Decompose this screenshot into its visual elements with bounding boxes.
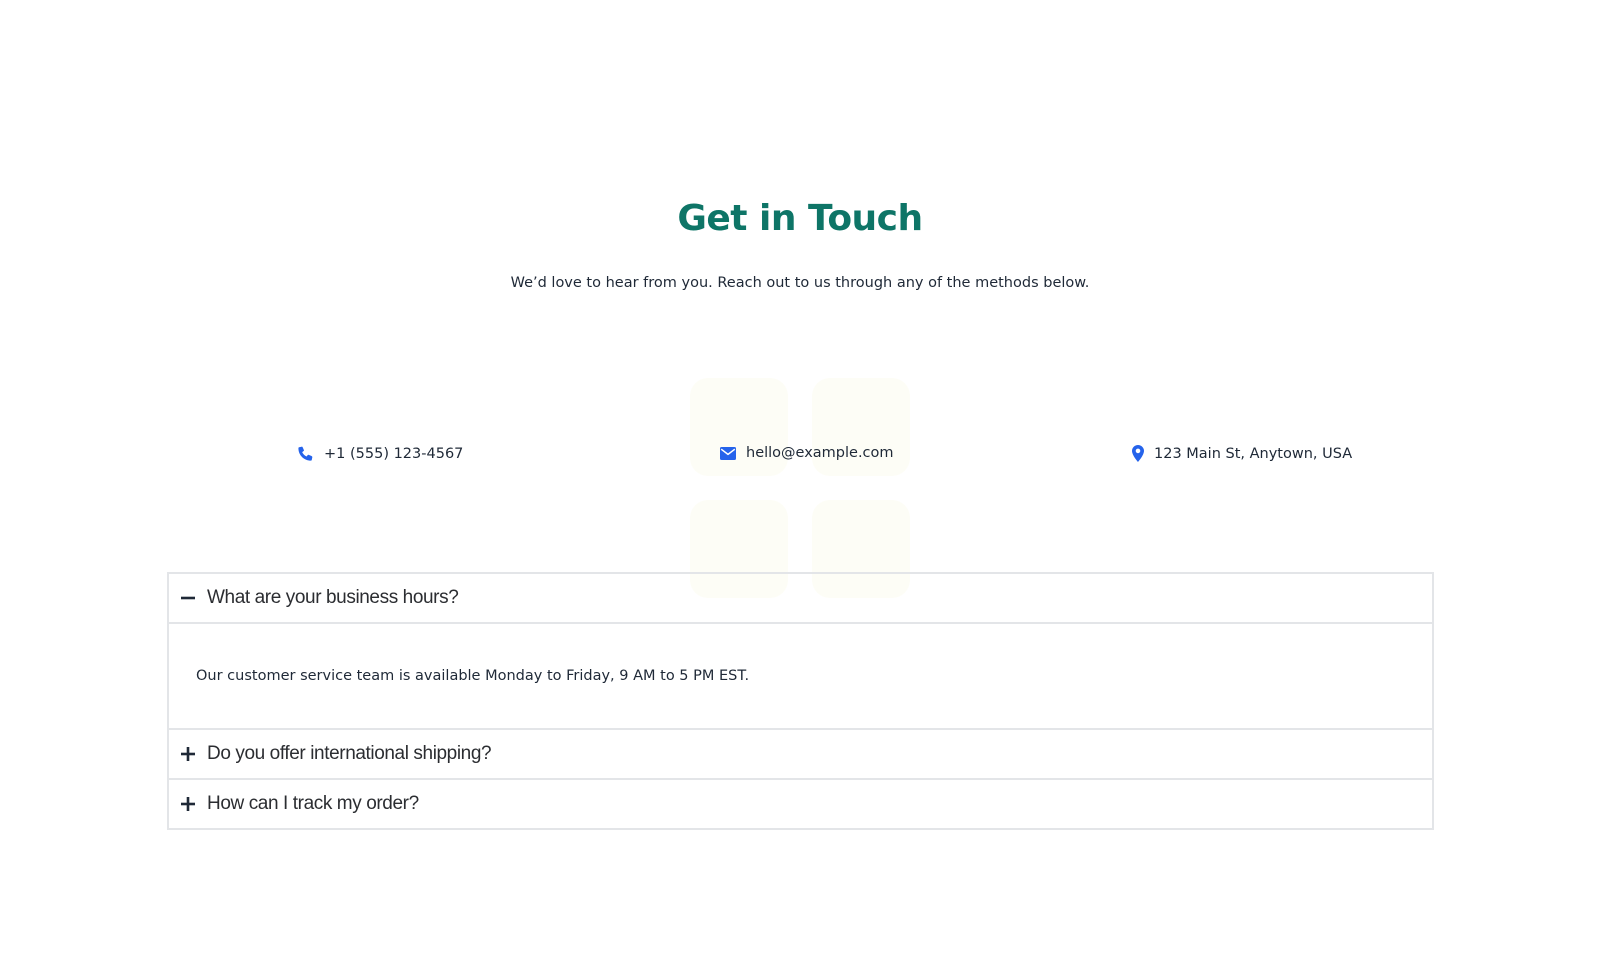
faq-question-toggle[interactable]: What are your business hours?	[169, 574, 1432, 622]
contact-page: Get in Touch We’d love to hear from you.…	[0, 0, 1600, 978]
faq-question: What are your business hours?	[207, 587, 459, 608]
map-pin-icon	[1132, 445, 1144, 462]
faq-question-toggle[interactable]: Do you offer international shipping?	[169, 730, 1432, 778]
faq-question-toggle[interactable]: How can I track my order?	[169, 780, 1432, 828]
contact-email[interactable]: hello@example.com	[720, 445, 894, 461]
faq-item: What are your business hours? Our custom…	[169, 574, 1432, 728]
faq-question: Do you offer international shipping?	[207, 743, 492, 764]
contact-address-label: 123 Main St, Anytown, USA	[1154, 445, 1353, 462]
envelope-icon	[720, 446, 736, 460]
page-title: Get in Touch	[677, 198, 923, 239]
faq-accordion: What are your business hours? Our custom…	[167, 572, 1434, 830]
contact-phone[interactable]: +1 (555) 123-4567	[297, 445, 463, 462]
plus-icon	[180, 746, 196, 762]
phone-icon	[297, 445, 314, 462]
faq-answer: Our customer service team is available M…	[169, 622, 1432, 728]
decorative-tile	[690, 378, 788, 476]
contact-address[interactable]: 123 Main St, Anytown, USA	[1132, 445, 1352, 462]
contact-phone-label: +1 (555) 123-4567	[324, 445, 464, 462]
minus-icon	[180, 590, 196, 606]
page-subtitle: We’d love to hear from you. Reach out to…	[510, 275, 1090, 291]
decorative-tile	[812, 378, 910, 476]
contact-email-label: hello@example.com	[746, 445, 894, 461]
faq-item: Do you offer international shipping?	[169, 728, 1432, 778]
plus-icon	[180, 796, 196, 812]
faq-question: How can I track my order?	[207, 793, 419, 814]
faq-item: How can I track my order?	[169, 778, 1432, 828]
